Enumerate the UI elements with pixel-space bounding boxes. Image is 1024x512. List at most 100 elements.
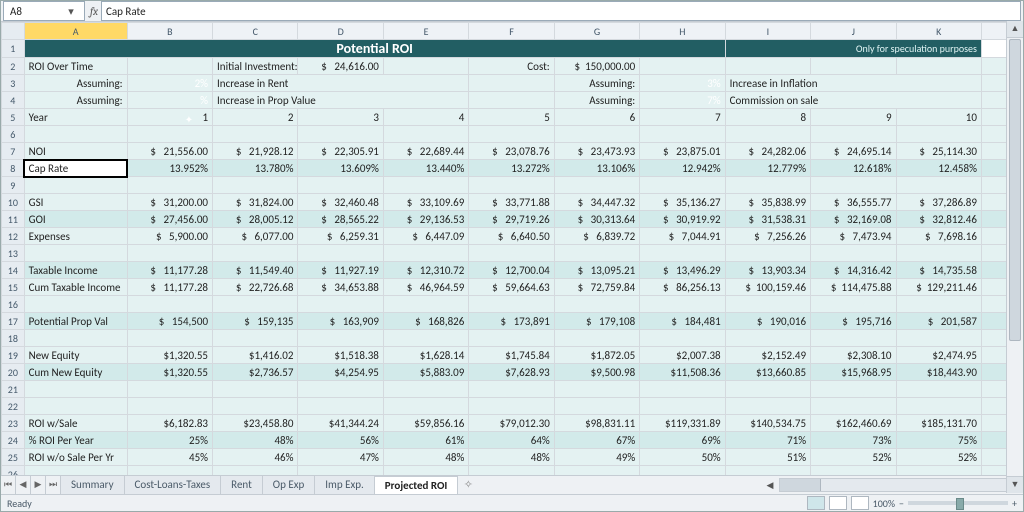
- cell-value[interactable]: $ 28,005.12: [213, 211, 298, 228]
- cell-value[interactable]: $ 23,473.93: [554, 143, 639, 160]
- col-E[interactable]: E: [383, 23, 468, 40]
- name-box[interactable]: A8▾: [3, 1, 85, 21]
- cell-value[interactable]: $ 7,698.16: [896, 228, 981, 245]
- cell-value[interactable]: $ 7,044.91: [640, 228, 725, 245]
- cell-value[interactable]: $ 23,875.01: [640, 143, 725, 160]
- cell-value[interactable]: $ 31,538.31: [725, 211, 810, 228]
- cell-value[interactable]: $1,872.05: [554, 347, 639, 364]
- cell-value[interactable]: 12.618%: [811, 160, 896, 177]
- col-B[interactable]: B: [127, 23, 212, 40]
- cell-value[interactable]: $ 33,109.69: [383, 194, 468, 211]
- cell-value[interactable]: $ 27,456.00: [127, 211, 212, 228]
- cell-value[interactable]: $ 7,473.94: [811, 228, 896, 245]
- cell-value[interactable]: $ 28,565.22: [298, 211, 383, 228]
- tab-nav-prev-icon[interactable]: ◀: [16, 476, 31, 494]
- col-K[interactable]: K: [896, 23, 981, 40]
- cell-value[interactable]: 25%: [127, 432, 212, 449]
- cell-value[interactable]: $ 12,310.72: [383, 262, 468, 279]
- cell-value[interactable]: $ 12,700.04: [469, 262, 554, 279]
- cell-value[interactable]: $ 13,095.21: [554, 262, 639, 279]
- cell-value[interactable]: $ 6,077.00: [213, 228, 298, 245]
- cell-value[interactable]: $ 24,695.14: [811, 143, 896, 160]
- cell-value[interactable]: $ 37,286.89: [896, 194, 981, 211]
- cell-value[interactable]: $ 34,653.88: [298, 279, 383, 296]
- cell-value[interactable]: $ 21,928.12: [213, 143, 298, 160]
- cell-value[interactable]: 46%: [213, 449, 298, 466]
- cell-value[interactable]: 48%: [383, 449, 468, 466]
- cell-value[interactable]: 48%: [469, 449, 554, 466]
- cell-value[interactable]: $2,736.57: [213, 364, 298, 381]
- zoom-out-button[interactable]: −: [899, 497, 904, 510]
- cell-value[interactable]: 12.458%: [896, 160, 981, 177]
- cell-value[interactable]: $5,883.09: [383, 364, 468, 381]
- cell-value[interactable]: $ 72,759.84: [554, 279, 639, 296]
- col-G[interactable]: G: [554, 23, 639, 40]
- cell-value[interactable]: $6,182.83: [127, 415, 212, 432]
- cell-value[interactable]: $59,856.16: [383, 415, 468, 432]
- horizontal-scrollbar[interactable]: ◀ ▶: [763, 476, 1023, 494]
- col-D[interactable]: D: [298, 23, 383, 40]
- col-F[interactable]: F: [469, 23, 554, 40]
- zoom-slider[interactable]: [908, 501, 1008, 505]
- cell-value[interactable]: $185,131.70: [896, 415, 981, 432]
- cell-value[interactable]: $ 22,689.44: [383, 143, 468, 160]
- select-all-button[interactable]: [2, 23, 25, 40]
- cell-value[interactable]: 50%: [640, 449, 725, 466]
- cell-value[interactable]: $119,331.89: [640, 415, 725, 432]
- cell-value[interactable]: $ 30,919.92: [640, 211, 725, 228]
- cell-value[interactable]: $ 34,447.32: [554, 194, 639, 211]
- cell-value[interactable]: $ 159,135: [213, 313, 298, 330]
- cell-value[interactable]: 61%: [383, 432, 468, 449]
- cell-value[interactable]: $ 14,735.58: [896, 262, 981, 279]
- cell-value[interactable]: $ 32,460.48: [298, 194, 383, 211]
- hscroll-left-icon[interactable]: ◀: [763, 480, 777, 491]
- cell-value[interactable]: 64%: [469, 432, 554, 449]
- assume-prop-value[interactable]: %: [127, 92, 212, 109]
- cell-value[interactable]: 52%: [811, 449, 896, 466]
- cell-value[interactable]: $ 25,114.30: [896, 143, 981, 160]
- cell-value[interactable]: $ 154,500: [127, 313, 212, 330]
- cell-value[interactable]: $ 22,726.68: [213, 279, 298, 296]
- tab-summary[interactable]: Summary: [61, 476, 125, 494]
- cell-value[interactable]: $2,474.95: [896, 347, 981, 364]
- col-H[interactable]: H: [640, 23, 725, 40]
- col-C[interactable]: C: [213, 23, 298, 40]
- zoom-level[interactable]: 100%: [873, 497, 895, 510]
- cell-value[interactable]: $ 6,640.50: [469, 228, 554, 245]
- cell-value[interactable]: $162,460.69: [811, 415, 896, 432]
- cell-value[interactable]: $ 11,927.19: [298, 262, 383, 279]
- cell-value[interactable]: $1,628.14: [383, 347, 468, 364]
- scroll-thumb[interactable]: [1009, 39, 1021, 341]
- tab-cost-loans-taxes[interactable]: Cost-Loans-Taxes: [125, 476, 222, 494]
- cell-value[interactable]: $11,508.36: [640, 364, 725, 381]
- scroll-down-icon[interactable]: ▼: [1007, 476, 1023, 493]
- cell-value[interactable]: 12.779%: [725, 160, 810, 177]
- cell-value[interactable]: $4,254.95: [298, 364, 383, 381]
- cell-value[interactable]: $ 100,159.46: [725, 279, 810, 296]
- cell-value[interactable]: $ 36,555.77: [811, 194, 896, 211]
- cell-value[interactable]: $ 86,256.13: [640, 279, 725, 296]
- cell-value[interactable]: $ 22,305.91: [298, 143, 383, 160]
- cell-value[interactable]: 45%: [127, 449, 212, 466]
- tab-projected-roi[interactable]: Projected ROI: [375, 476, 459, 494]
- scroll-up-icon[interactable]: ▲: [1007, 21, 1023, 38]
- cell-value[interactable]: 48%: [213, 432, 298, 449]
- cell-value[interactable]: 13.952%: [127, 160, 212, 177]
- cell-value[interactable]: $ 13,903.34: [725, 262, 810, 279]
- cell-value[interactable]: $ 32,169.08: [811, 211, 896, 228]
- cell-value[interactable]: 69%: [640, 432, 725, 449]
- cell-value[interactable]: $1,320.55: [127, 364, 212, 381]
- cell-value[interactable]: $7,628.93: [469, 364, 554, 381]
- cell-value[interactable]: 12.942%: [640, 160, 725, 177]
- cell-value[interactable]: $ 30,313.64: [554, 211, 639, 228]
- cell-value[interactable]: 13.272%: [469, 160, 554, 177]
- cell-value[interactable]: $ 6,259.31: [298, 228, 383, 245]
- name-box-dropdown-icon[interactable]: ▾: [58, 5, 84, 18]
- cell-value[interactable]: $ 190,016: [725, 313, 810, 330]
- cell-value[interactable]: 52%: [896, 449, 981, 466]
- cell-value[interactable]: $ 114,475.88: [811, 279, 896, 296]
- cell-value[interactable]: $ 5,900.00: [127, 228, 212, 245]
- cell-value[interactable]: $98,831.11: [554, 415, 639, 432]
- cell-value[interactable]: $ 179,108: [554, 313, 639, 330]
- cell-value[interactable]: $2,152.49: [725, 347, 810, 364]
